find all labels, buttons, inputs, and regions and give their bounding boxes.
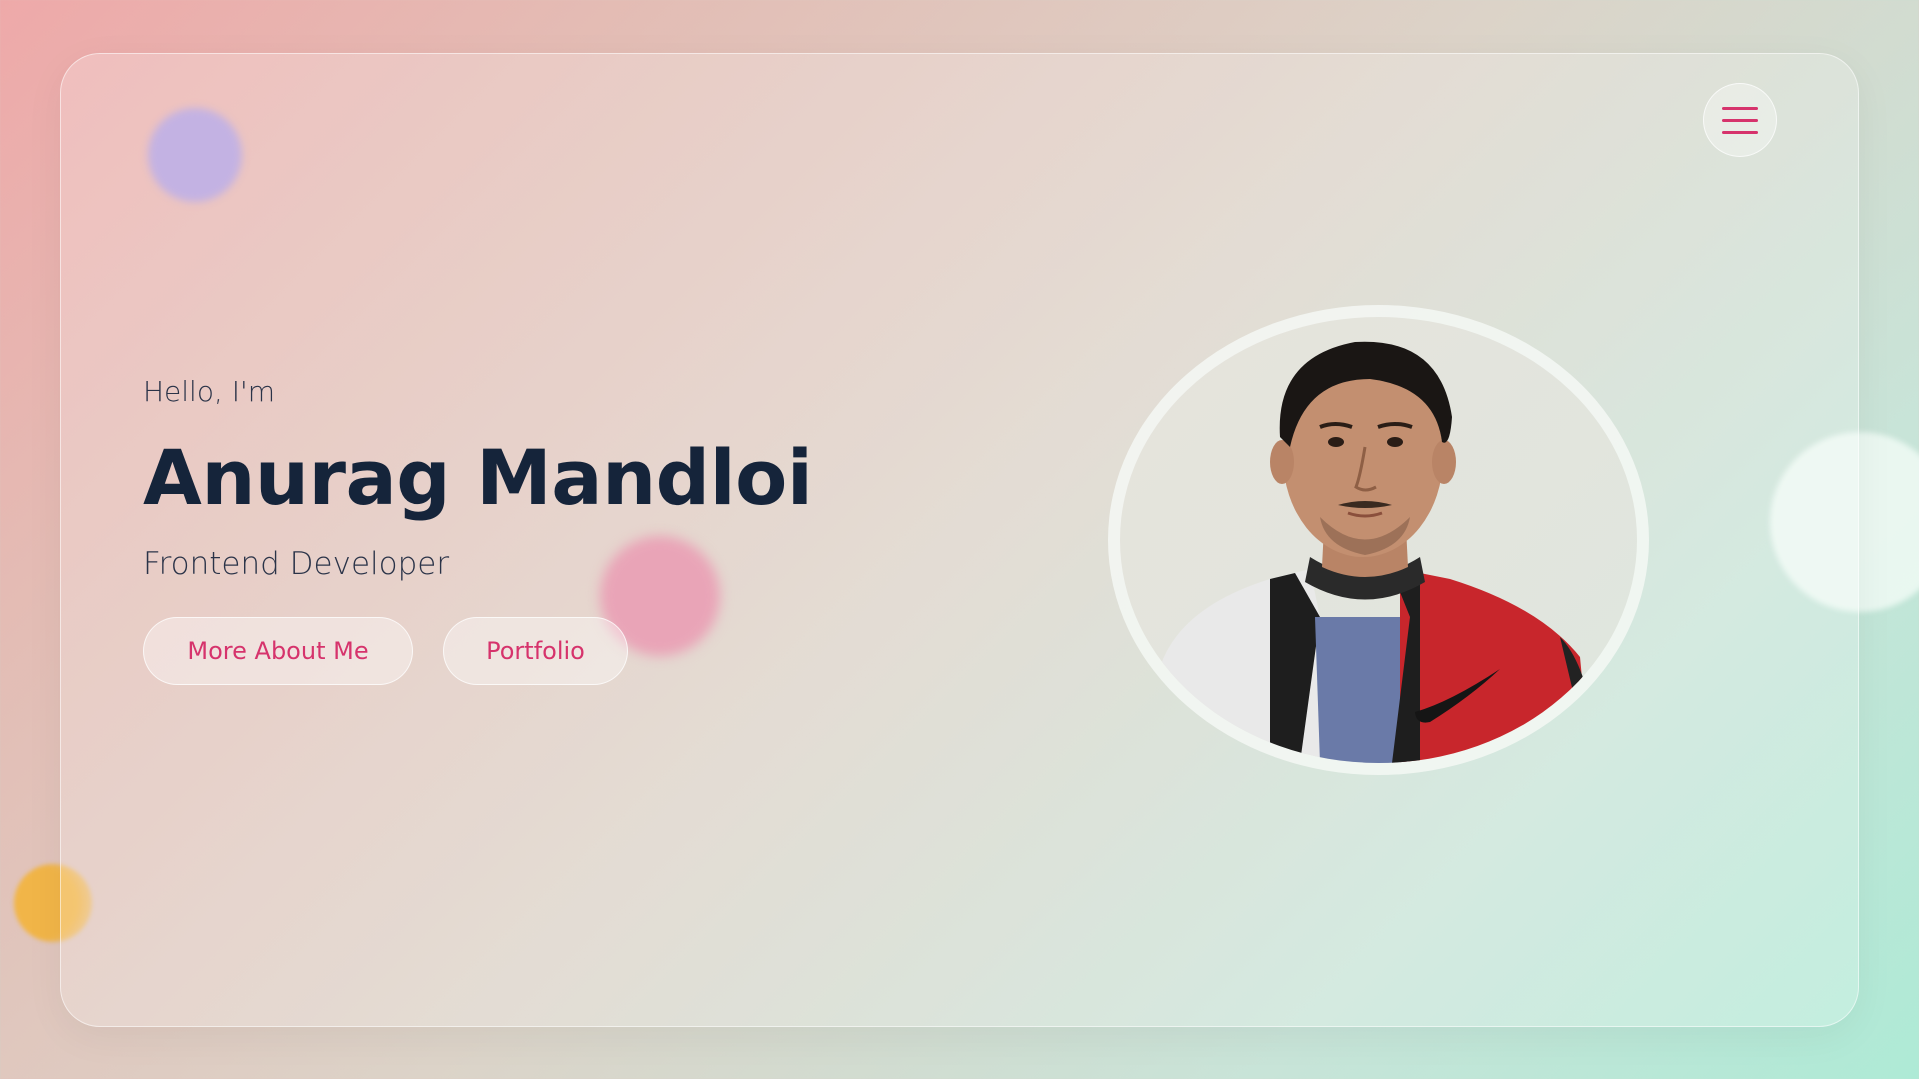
profile-photo-illustration [1160, 341, 1600, 763]
hero-actions: More About Me Portfolio [143, 617, 628, 685]
menu-button[interactable] [1703, 83, 1777, 157]
greeting-text: Hello, I'm [143, 375, 276, 408]
portfolio-button[interactable]: Portfolio [443, 617, 628, 685]
hero-intro: Hello, I'm Anurag Mandloi Frontend Devel… [143, 372, 813, 586]
more-about-me-button[interactable]: More About Me [143, 617, 413, 685]
hero-name: Anurag Mandloi [143, 433, 813, 522]
profile-photo [1120, 317, 1637, 763]
hero-role: Frontend Developer [143, 546, 450, 582]
hamburger-icon-bar-2 [1722, 118, 1758, 122]
hamburger-icon-bar-3 [1722, 130, 1758, 134]
profile-photo-frame [1108, 305, 1649, 775]
hamburger-icon [1722, 106, 1758, 110]
